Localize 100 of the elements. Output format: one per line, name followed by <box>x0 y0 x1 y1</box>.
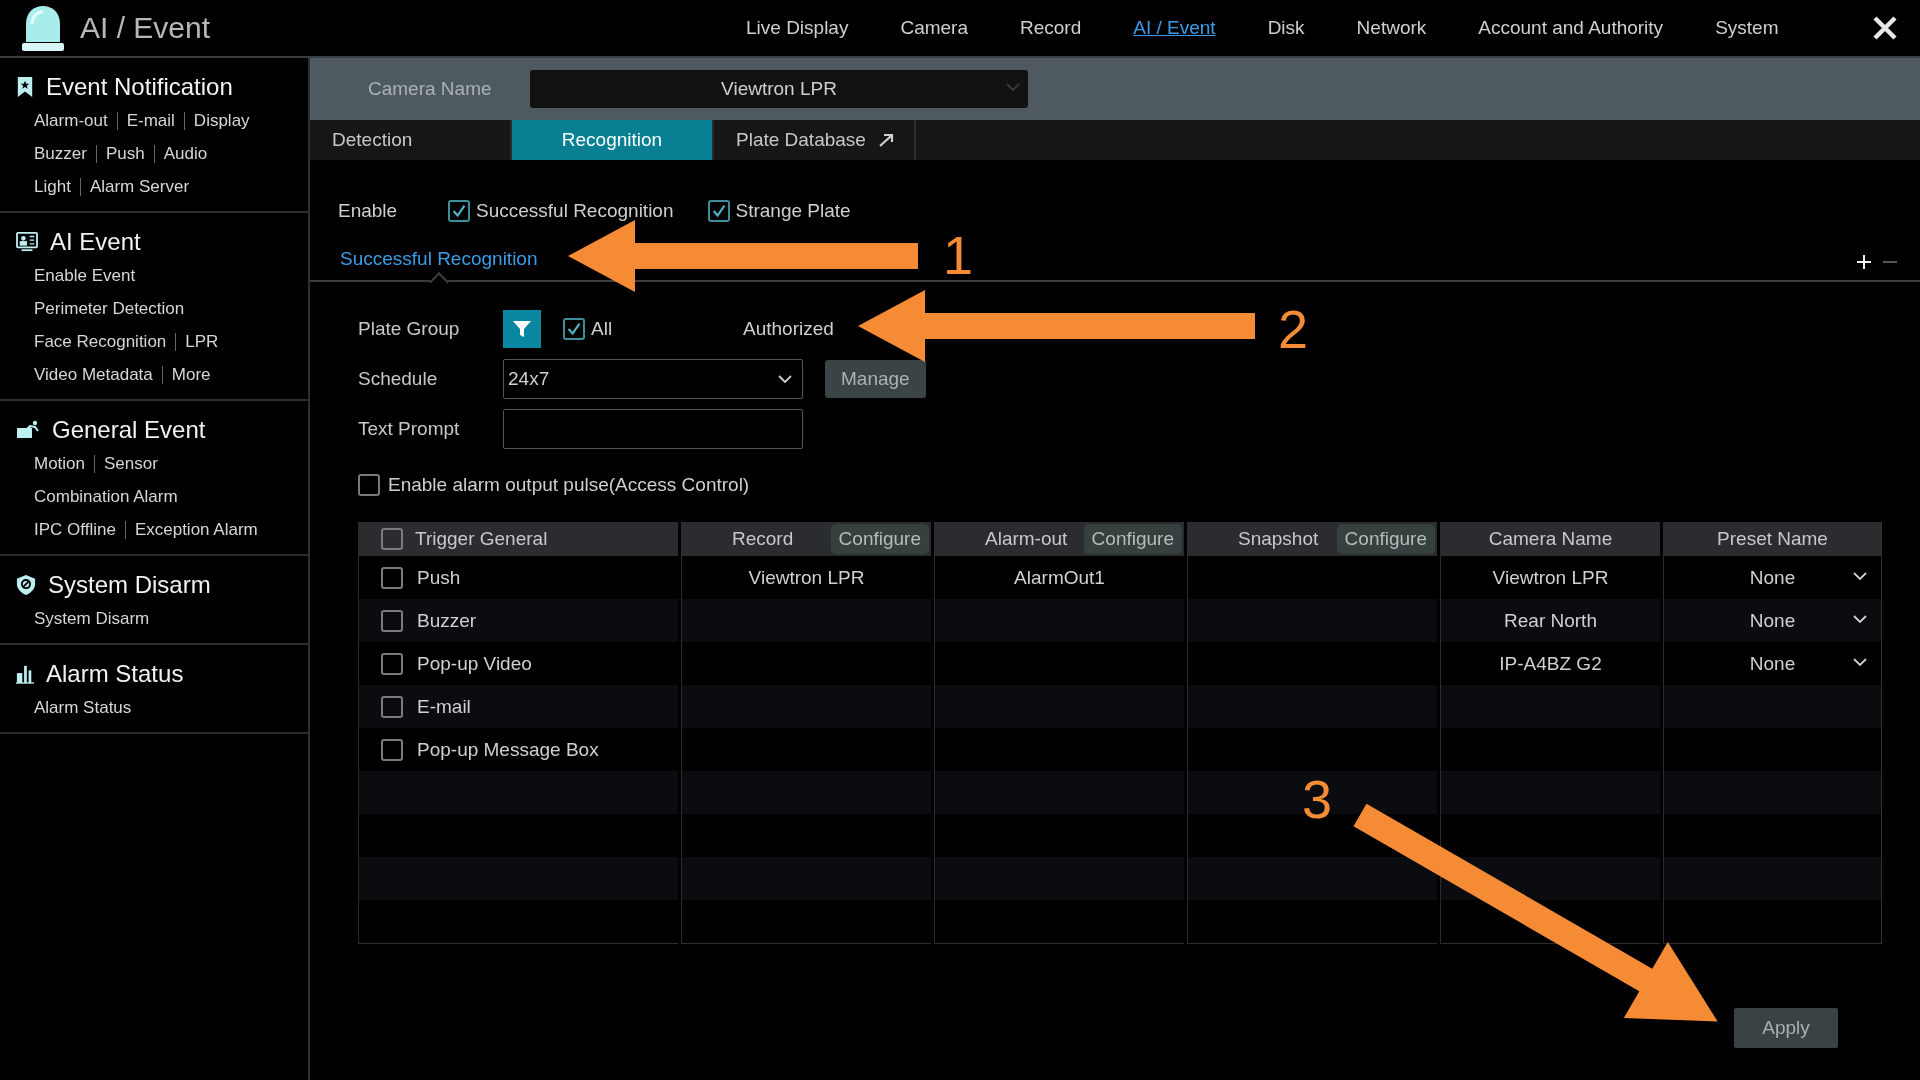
sidebar-link[interactable]: System Disarm <box>34 608 150 629</box>
sidebar-heading: General Event <box>52 416 206 444</box>
checkbox[interactable] <box>448 200 470 222</box>
alarm-light-icon <box>20 4 66 52</box>
sidebar-link[interactable]: Perimeter Detection <box>34 298 185 319</box>
sidebar-link[interactable]: Buzzer <box>34 143 87 164</box>
trigger-label: Pop-up Message Box <box>417 738 599 761</box>
checkbox[interactable] <box>707 200 730 222</box>
checkbox[interactable] <box>381 652 403 675</box>
sidebar-link[interactable]: LPR <box>185 331 219 352</box>
trigger-label: Buzzer <box>417 609 477 632</box>
annotation-number: 3 <box>1302 772 1333 826</box>
page-title: AI / Event <box>80 11 211 45</box>
apply-button[interactable]: Apply <box>1734 1008 1838 1048</box>
table-cell-text: Viewtron LPR <box>1491 565 1610 590</box>
nav-tab[interactable]: Disk <box>1241 17 1331 39</box>
sidebar-heading: Alarm Status <box>46 660 184 688</box>
running-person-icon <box>16 420 40 440</box>
checkbox[interactable] <box>381 695 403 718</box>
nav-tab[interactable]: AI / Event <box>1107 17 1242 39</box>
sidebar-link[interactable]: Audio <box>163 143 208 164</box>
header-label: Alarm-out <box>985 528 1068 550</box>
field-label: Plate Group <box>358 318 461 340</box>
sidebar-link[interactable]: Display <box>193 110 250 131</box>
trigger-label: E-mail <box>417 695 471 718</box>
sidebar-heading: AI Event <box>50 228 141 256</box>
sidebar-link[interactable]: More <box>171 364 211 385</box>
configure-button[interactable]: Configure <box>830 524 929 554</box>
close-icon[interactable] <box>1872 15 1898 41</box>
chevron-down-icon <box>1853 658 1867 667</box>
remove-icon[interactable] <box>1882 260 1898 264</box>
sidebar-link[interactable]: Combination Alarm <box>34 486 178 507</box>
checkbox-label: Successful Recognition <box>476 200 674 222</box>
configure-button[interactable]: Configure <box>1083 524 1182 554</box>
checkbox-label: Enable alarm output pulse(Access Control) <box>388 474 750 496</box>
sidebar-link[interactable]: E-mail <box>126 110 175 131</box>
filter-button[interactable] <box>503 310 541 348</box>
chevron-down-icon <box>1006 83 1020 92</box>
column-header: Camera Name <box>1441 522 1660 556</box>
header-label: Trigger General <box>415 528 548 550</box>
nav-tab[interactable]: Record <box>994 17 1108 39</box>
checkbox[interactable] <box>381 528 403 550</box>
checkbox[interactable] <box>358 474 380 496</box>
plate-group-value: Authorized <box>743 318 834 340</box>
sidebar-heading: System Disarm <box>48 571 211 599</box>
nav-tab[interactable]: Live Display <box>720 17 875 39</box>
nav-tab[interactable]: Camera <box>874 17 994 39</box>
field-label: Schedule <box>358 368 439 390</box>
sidebar-link[interactable]: Light <box>34 176 71 197</box>
table-cell-text: AlarmOut1 <box>1013 565 1106 590</box>
annotation-number: 1 <box>943 228 974 282</box>
chevron-down-icon <box>1853 572 1867 581</box>
monitor-person-icon <box>16 232 38 252</box>
chevron-down-icon <box>1853 615 1867 624</box>
sidebar-link[interactable]: Motion <box>34 453 86 474</box>
sidebar-link[interactable]: Alarm Status <box>34 697 132 718</box>
header-label: Snapshot <box>1238 528 1319 550</box>
trigger-label: Pop-up Video <box>417 652 532 675</box>
sidebar-link[interactable]: Enable Event <box>34 265 136 286</box>
checkbox[interactable] <box>381 566 403 589</box>
text-prompt-field[interactable] <box>503 409 803 449</box>
bookmark-star-icon <box>16 76 34 98</box>
annotation-number: 2 <box>1278 302 1309 356</box>
field-label: Camera Name <box>368 78 493 100</box>
checkbox-label: All <box>591 318 613 340</box>
sidebar-link[interactable]: Push <box>105 143 145 164</box>
nav-tab[interactable]: Network <box>1330 17 1453 39</box>
tab[interactable]: Recognition <box>512 120 714 160</box>
header-label: Record <box>732 528 794 550</box>
sidebar-link[interactable]: Exception Alarm <box>134 519 258 540</box>
camera-dropdown[interactable]: Viewtron LPR <box>530 70 1028 108</box>
checkbox[interactable] <box>381 609 403 632</box>
filter-icon <box>512 319 532 339</box>
tab[interactable]: Plate Database <box>714 120 916 160</box>
sidebar-link[interactable]: IPC Offline <box>34 519 116 540</box>
sidebar-link[interactable]: Alarm-out <box>34 110 108 131</box>
shield-icon <box>16 574 36 596</box>
external-arrow-icon <box>877 133 894 147</box>
bar-chart-icon <box>16 664 34 684</box>
enable-label: Enable <box>338 200 399 222</box>
preset-dropdown[interactable]: None <box>1664 556 1881 599</box>
add-icon[interactable] <box>1856 254 1872 270</box>
field-label: Text Prompt <box>358 418 461 440</box>
manage-button[interactable]: Manage <box>825 360 926 398</box>
checkbox-label: Strange Plate <box>735 200 851 222</box>
table-cell: Rear North <box>1441 599 1660 642</box>
preset-dropdown[interactable]: None <box>1664 642 1881 685</box>
schedule-dropdown[interactable]: 24x7 <box>503 359 803 399</box>
sidebar-link[interactable]: Face Recognition <box>34 331 167 352</box>
nav-tab[interactable]: System <box>1689 17 1805 39</box>
nav-tab[interactable]: Account and Authority <box>1452 17 1690 39</box>
sidebar-link[interactable]: Sensor <box>104 453 158 474</box>
table-cell-text: Viewtron LPR <box>747 565 866 590</box>
checkbox[interactable] <box>381 738 403 761</box>
preset-dropdown[interactable]: None <box>1664 599 1881 642</box>
checkbox[interactable] <box>563 318 585 340</box>
configure-button[interactable]: Configure <box>1336 524 1435 554</box>
sidebar-link[interactable]: Video Metadata <box>34 364 153 385</box>
column-header: Preset Name <box>1664 522 1881 556</box>
sidebar-link[interactable]: Alarm Server <box>89 176 190 197</box>
